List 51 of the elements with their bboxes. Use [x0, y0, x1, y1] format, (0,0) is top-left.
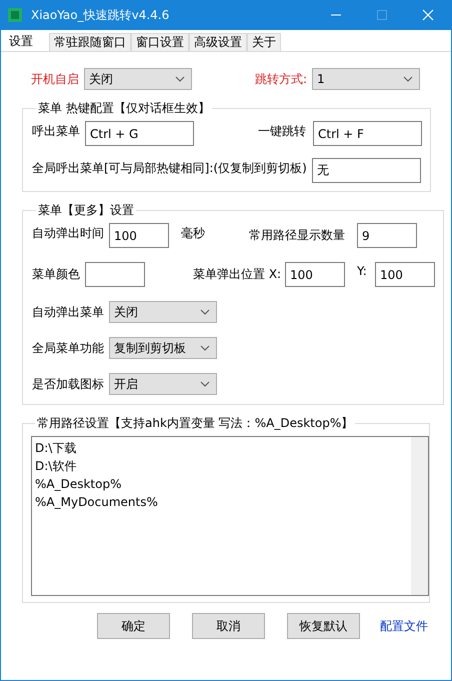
field-label: 跳转方式:	[255, 70, 308, 88]
field-label: 菜单弹出位置 X:	[193, 266, 282, 283]
color-field[interactable]	[85, 262, 145, 287]
dropdown[interactable]: 关闭	[109, 301, 217, 323]
list-item[interactable]: D:\软件	[35, 457, 408, 475]
field-label: 全局菜单功能	[32, 340, 105, 356]
input-field[interactable]: 无	[312, 158, 421, 183]
field-label: 是否加载图标	[32, 376, 105, 392]
dropdown[interactable]: 关闭	[84, 68, 192, 90]
chevron-down-icon	[175, 76, 185, 82]
window-title: XiaoYao_快速跳转v4.4.6	[31, 6, 170, 24]
field-label: 一键跳转	[258, 123, 307, 140]
input-field[interactable]: 100	[109, 223, 169, 248]
dialog-button[interactable]: 取消	[192, 613, 265, 639]
input-field[interactable]: 9	[357, 223, 417, 248]
path-list[interactable]: D:\下载 D:\软件 %A_Desktop% %A_MyDocuments%	[31, 436, 429, 596]
list-item[interactable]: %A_MyDocuments%	[35, 493, 408, 511]
dropdown[interactable]: 复制到剪切板	[109, 337, 217, 359]
dialog-button[interactable]: 恢复默认	[287, 613, 360, 639]
config-file-link[interactable]: 配置文件	[380, 618, 428, 634]
field-label: 常用路径显示数量	[249, 227, 346, 244]
input-field[interactable]: 100	[285, 262, 345, 287]
tab[interactable]: 高级设置	[189, 33, 247, 51]
dialog-button[interactable]: 确定	[97, 613, 170, 639]
input-field[interactable]: Ctrl + F	[313, 121, 422, 146]
tab[interactable]: 常驻跟随窗口	[49, 33, 131, 51]
field-label: 呼出菜单	[32, 123, 81, 140]
unit-label: 毫秒	[181, 225, 205, 242]
dropdown[interactable]: 开启	[109, 373, 217, 395]
dropdown[interactable]: 1	[312, 68, 420, 90]
app-icon	[7, 7, 23, 23]
field-label: 菜单颜色	[32, 266, 81, 283]
group-title: 菜单【更多】设置	[37, 202, 135, 219]
chevron-down-icon	[200, 309, 210, 315]
list-item[interactable]: D:\下载	[35, 439, 408, 457]
scrollbar[interactable]	[411, 437, 428, 595]
input-field[interactable]: Ctrl + G	[85, 121, 194, 146]
field-label: Y:	[357, 264, 368, 278]
field-label: 开机自启	[31, 70, 80, 88]
tab[interactable]: 窗口设置	[131, 33, 189, 51]
field-label: 全局呼出菜单[可与局部热键相同]:(仅复制到剪切板)	[32, 160, 308, 177]
input-field[interactable]: 100	[375, 262, 435, 287]
field-label: 自动弹出菜单	[32, 304, 105, 320]
list-item[interactable]: %A_Desktop%	[35, 475, 408, 493]
tab[interactable]: 关于	[247, 33, 281, 51]
group-title: 菜单 热键配置【仅对话框生效】	[37, 100, 211, 117]
chevron-down-icon	[200, 381, 210, 387]
chevron-down-icon	[200, 345, 210, 351]
group-title: 常用路径设置【支持ahk内置变量 写法：%A_Desktop%】	[36, 415, 354, 432]
chevron-down-icon	[403, 76, 413, 82]
field-label: 自动弹出时间	[32, 225, 105, 242]
